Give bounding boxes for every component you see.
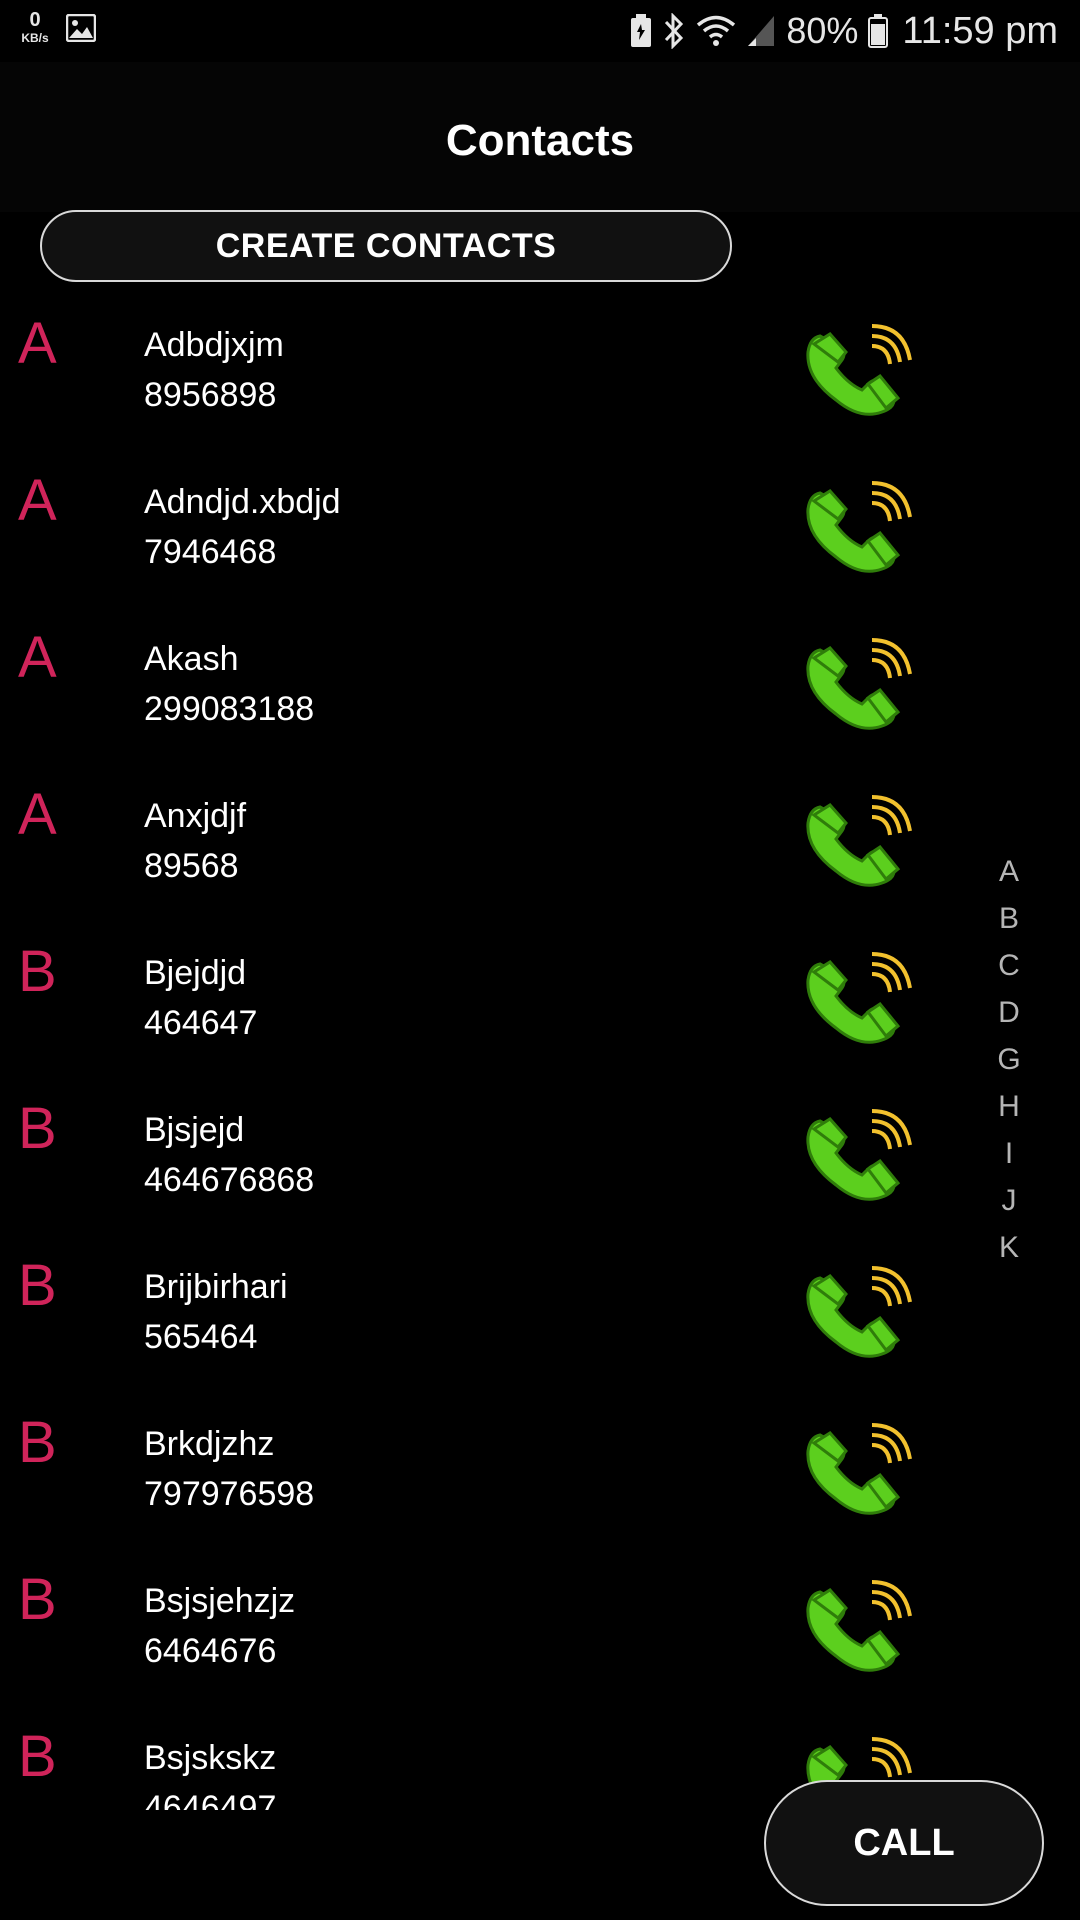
index-letter-a[interactable]: A (999, 848, 1019, 895)
phone-call-icon[interactable] (802, 1258, 924, 1362)
contact-number: 299083188 (144, 690, 315, 728)
contact-row[interactable]: B Bsjsjehzjz 6464676 (12, 1546, 1062, 1703)
contact-number: 464647 (144, 1004, 258, 1042)
contact-name: Adndjd.xbdjd (144, 483, 341, 521)
contact-name: Bjejdjd (144, 954, 247, 992)
contact-name: Bjsjejd (144, 1111, 245, 1149)
contact-name: Anxjdjf (144, 797, 247, 835)
contact-number: 6464676 (144, 1632, 277, 1670)
index-letter-h[interactable]: H (998, 1083, 1020, 1130)
clock: 11:59 pm (902, 9, 1058, 52)
phone-call-icon[interactable] (802, 630, 924, 734)
contact-number: 8956898 (144, 376, 277, 414)
phone-call-icon[interactable] (802, 1572, 924, 1676)
phone-call-icon[interactable] (802, 944, 924, 1048)
section-letter: B (18, 1096, 57, 1161)
section-letter: B (18, 1567, 57, 1632)
section-letter: A (18, 782, 57, 847)
section-letter: B (18, 1253, 57, 1318)
index-letter-g[interactable]: G (997, 1036, 1020, 1083)
section-letter: A (18, 311, 57, 376)
page-title: Contacts (445, 116, 635, 165)
wifi-icon (697, 15, 736, 46)
phone-call-icon[interactable] (802, 787, 924, 891)
battery-percent: 80% (786, 10, 859, 51)
contact-name: Bsjskskz (144, 1739, 277, 1777)
contact-number: 565464 (144, 1318, 258, 1356)
index-letter-i[interactable]: I (1005, 1130, 1013, 1177)
contact-row[interactable]: B Brkdjzhz 797976598 (12, 1389, 1062, 1546)
battery-saver-icon (631, 14, 652, 47)
contact-row[interactable]: A Adbdjxjm 8956898 (12, 290, 1062, 447)
image-icon (66, 14, 96, 42)
call-button[interactable]: CALL (764, 1780, 1044, 1906)
section-letter: A (18, 468, 57, 533)
contact-row[interactable]: B Bjsjejd 464676868 (12, 1075, 1062, 1232)
contact-name: Akash (144, 640, 239, 678)
create-contacts-button[interactable]: CREATE CONTACTS (40, 210, 732, 282)
battery-icon (868, 14, 889, 48)
index-letter-b[interactable]: B (999, 895, 1019, 942)
network-speed: 0 KB/s (14, 10, 56, 44)
contact-name: Bsjsjehzjz (144, 1582, 296, 1620)
contact-name: Adbdjxjm (144, 326, 284, 364)
network-speed-unit: KB/s (21, 31, 49, 45)
section-letter: B (18, 1724, 57, 1789)
contact-row[interactable]: B Brijbirhari 565464 (12, 1232, 1062, 1389)
section-letter: B (18, 939, 57, 1004)
signal-icon (748, 16, 775, 46)
phone-call-icon[interactable] (802, 473, 924, 577)
section-letter: B (18, 1410, 57, 1475)
index-letter-c[interactable]: C (998, 942, 1020, 989)
phone-call-icon[interactable] (802, 1101, 924, 1205)
status-bar: 0 KB/s 80% 11:59 pm (0, 0, 1080, 62)
alphabet-index[interactable]: A B C D G H I J K (990, 848, 1028, 1271)
section-letter: A (18, 625, 57, 690)
status-icons: 80% 11:59 pm (630, 8, 1058, 54)
index-letter-k[interactable]: K (999, 1224, 1019, 1271)
header: Contacts (0, 62, 1080, 212)
contact-row[interactable]: B Bjejdjd 464647 (12, 918, 1062, 1075)
bluetooth-icon (665, 13, 684, 49)
index-letter-j[interactable]: J (1002, 1177, 1017, 1224)
network-speed-value: 0 (29, 9, 41, 31)
contact-row[interactable]: A Adndjd.xbdjd 7946468 (12, 447, 1062, 604)
contact-number: 89568 (144, 847, 239, 885)
phone-call-icon[interactable] (802, 1415, 924, 1519)
contact-name: Brkdjzhz (144, 1425, 275, 1463)
contact-number: 7946468 (144, 533, 277, 571)
contact-name: Brijbirhari (144, 1268, 288, 1306)
contact-number: 797976598 (144, 1475, 315, 1513)
contact-number: 4646497 (144, 1789, 277, 1810)
contact-row[interactable]: A Akash 299083188 (12, 604, 1062, 761)
index-letter-d[interactable]: D (998, 989, 1020, 1036)
contact-list[interactable]: A Adbdjxjm 8956898 A Adndjd.xbdjd 794646… (12, 290, 1062, 1810)
phone-call-icon[interactable] (802, 316, 924, 420)
contact-row[interactable]: A Anxjdjf 89568 (12, 761, 1062, 918)
contact-number: 464676868 (144, 1161, 315, 1199)
